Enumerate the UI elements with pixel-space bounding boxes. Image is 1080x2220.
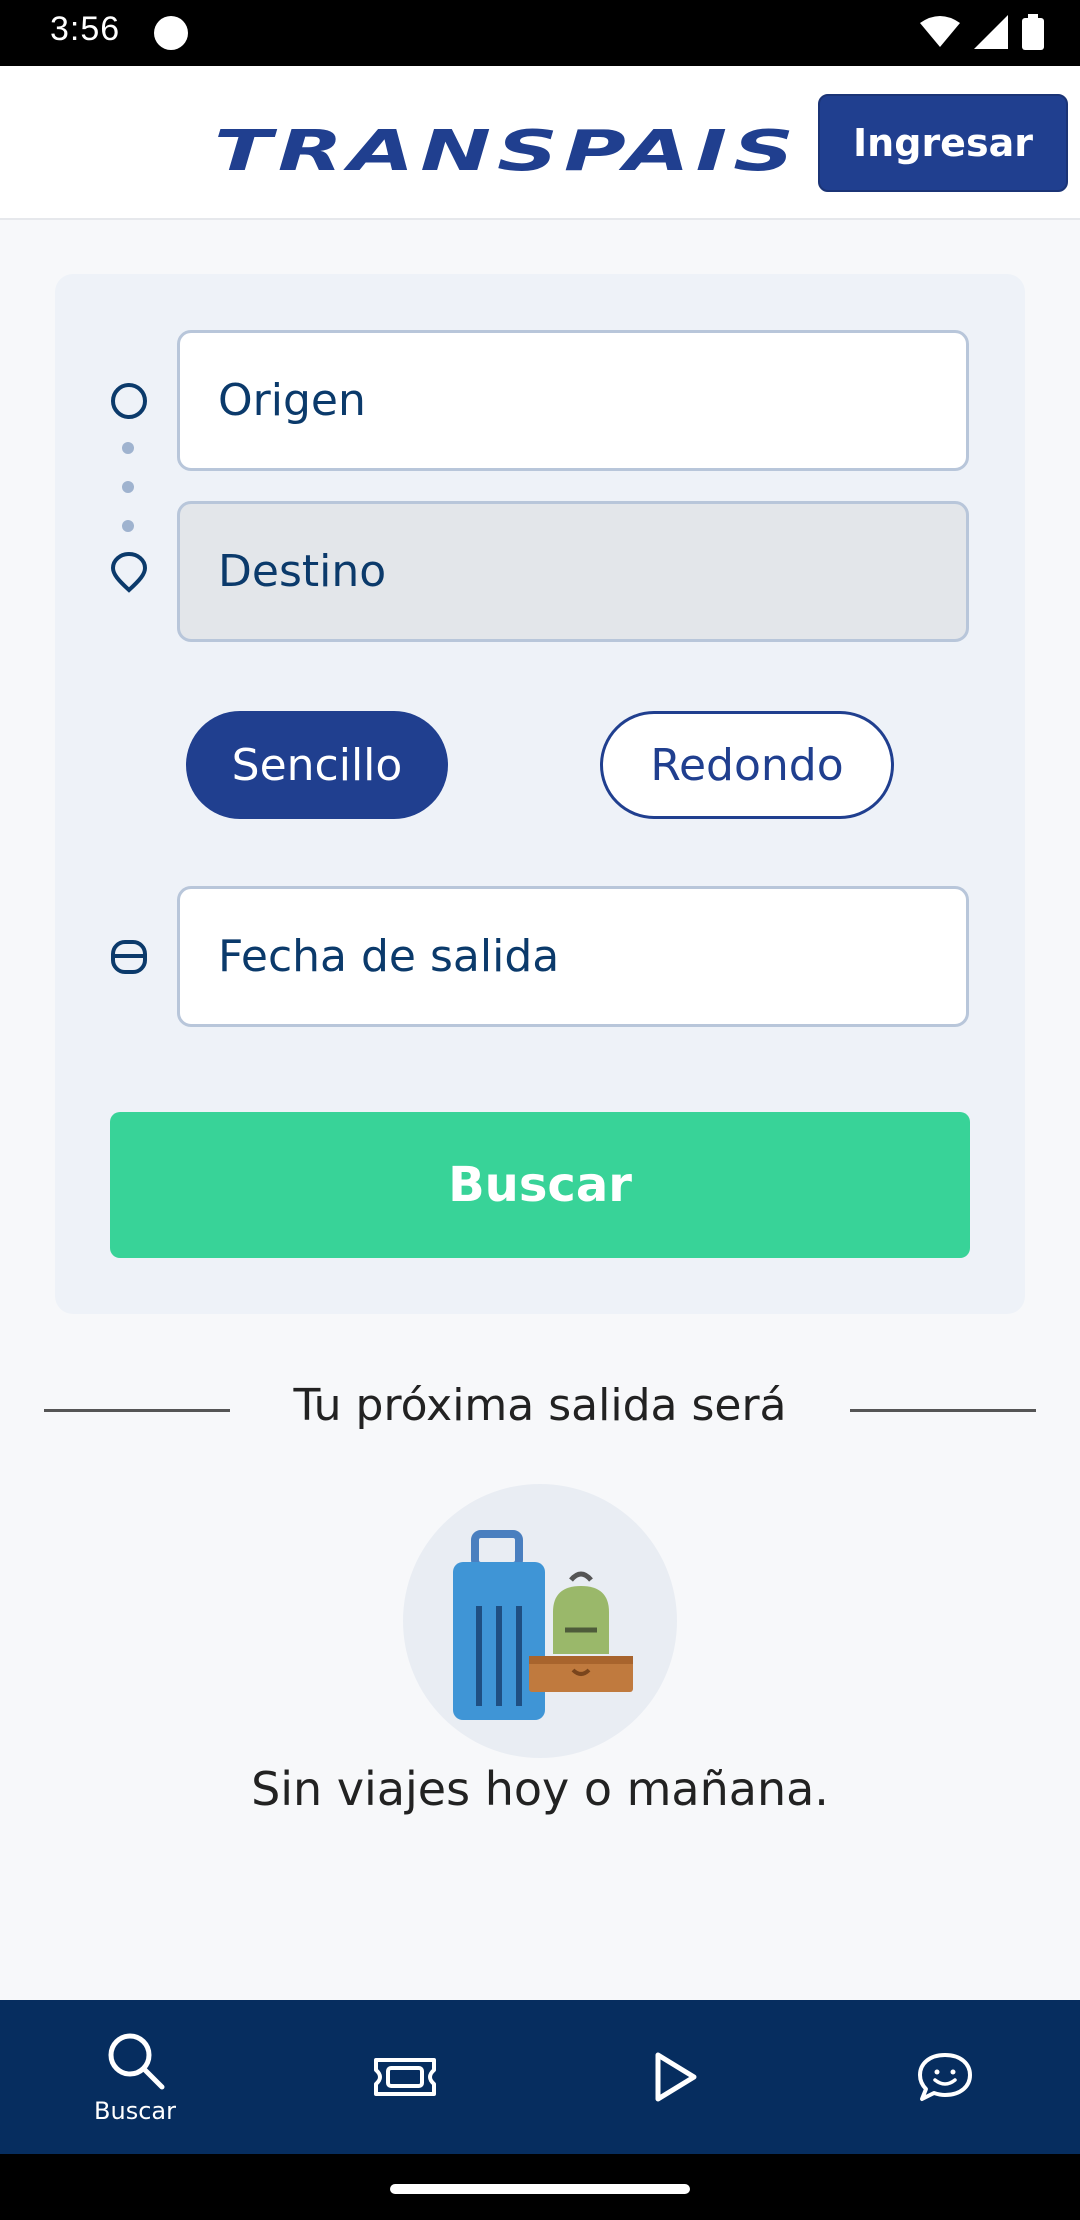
nav-item-media[interactable]	[540, 2000, 810, 2154]
origin-circle-icon	[111, 383, 147, 419]
destination-input[interactable]: Destino	[177, 501, 969, 642]
departure-date-input[interactable]: Fecha de salida	[177, 886, 969, 1027]
status-bar: 3:56	[0, 0, 1080, 66]
route-dot	[122, 481, 134, 493]
nav-item-tickets[interactable]	[270, 2000, 540, 2154]
chat-icon	[918, 2053, 972, 2101]
empty-message: Sin viajes hoy o mañana.	[251, 1762, 829, 1816]
wifi-icon	[920, 16, 960, 47]
status-time: 3:56	[50, 10, 121, 48]
route-dot	[122, 442, 134, 454]
divider-right	[850, 1409, 1036, 1412]
nav-item-chat[interactable]	[810, 2000, 1080, 2154]
search-icon	[108, 2033, 165, 2090]
trip-type-single[interactable]: Sencillo	[186, 711, 448, 819]
app-notification-icon	[154, 16, 188, 50]
trip-type-round[interactable]: Redondo	[600, 711, 894, 819]
empty-illustration	[403, 1484, 677, 1758]
battery-icon	[1022, 14, 1044, 50]
destination-pin-icon	[110, 552, 148, 593]
bottom-nav: Buscar	[0, 2000, 1080, 2154]
next-departure-title: Tu próxima salida será	[293, 1380, 787, 1431]
login-button[interactable]: Ingresar	[818, 94, 1068, 192]
nav-item-label: Buscar	[94, 2097, 176, 2125]
search-button[interactable]: Buscar	[110, 1112, 970, 1258]
system-gesture-bar	[0, 2154, 1080, 2220]
luggage-icon	[453, 1530, 633, 1720]
play-icon	[655, 2052, 697, 2102]
transpais-logo: TRANSPAIS	[214, 119, 800, 180]
nav-item-search[interactable]: Buscar	[0, 2000, 270, 2154]
calendar-icon	[111, 940, 147, 974]
svg-text:TRANSPAIS: TRANSPAIS	[214, 119, 800, 180]
route-dot	[122, 520, 134, 532]
ticket-icon	[374, 2058, 436, 2096]
signal-icon	[974, 15, 1008, 49]
home-gesture-handle[interactable]	[390, 2184, 690, 2194]
origin-input[interactable]: Origen	[177, 330, 969, 471]
app-header: TRANSPAIS Ingresar	[0, 66, 1080, 220]
status-icons	[920, 14, 1044, 50]
